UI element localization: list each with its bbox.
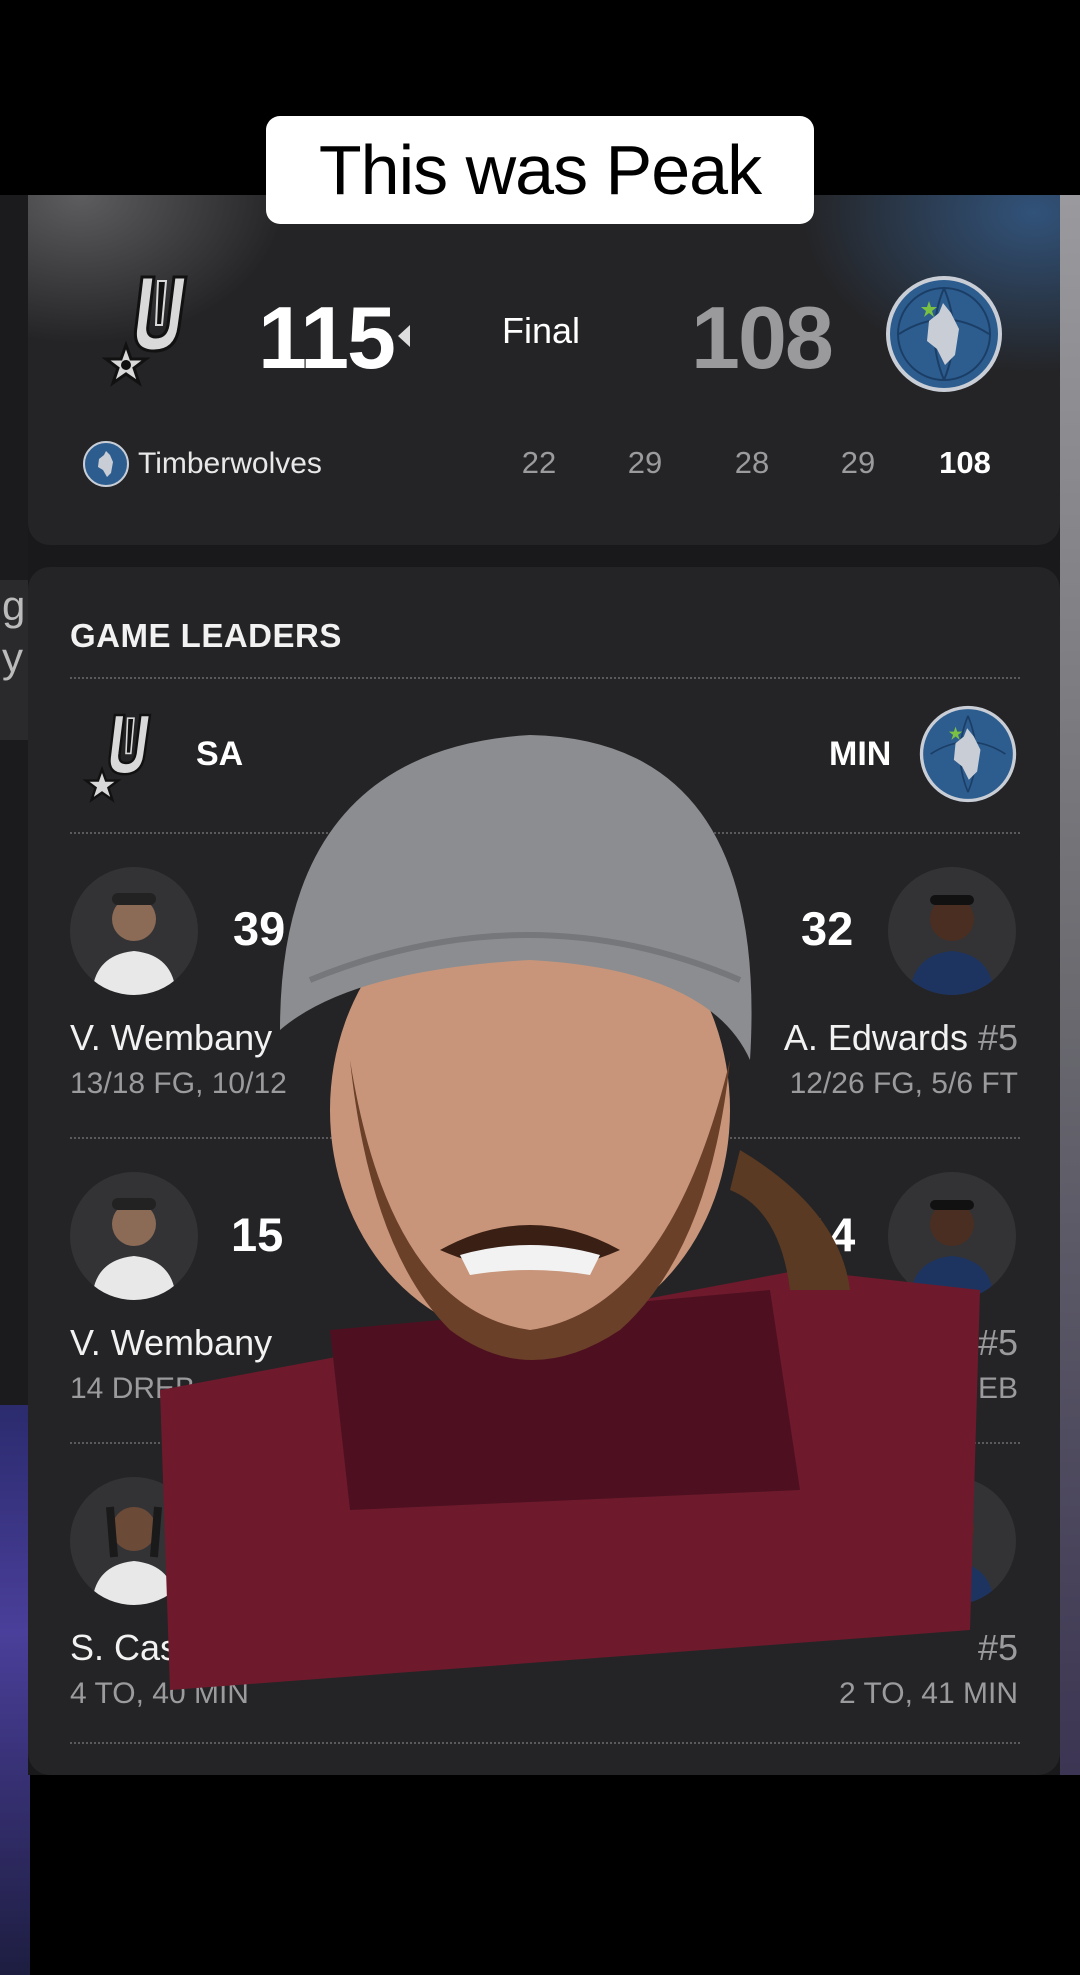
away-leader-number-text: #5 (977, 1627, 1018, 1668)
away-leader-number: #5 (977, 1322, 1018, 1363)
linescore-team[interactable]: Timberwolves (82, 440, 322, 488)
quarter-3-score: 28 (734, 445, 770, 480)
background-blurred-image (0, 1405, 30, 1975)
away-leader-number: #5 (977, 1017, 1018, 1058)
background-app-left: gy (0, 195, 30, 1975)
background-app-right (1058, 195, 1080, 1775)
winner-arrow-icon (398, 325, 410, 347)
away-leader-number[interactable]: #5 (978, 1627, 1018, 1669)
home-score: 115 (258, 288, 396, 387)
divider (70, 1742, 1020, 1744)
total-score: 108 (939, 445, 991, 480)
streamer-overlay-image (160, 735, 980, 1690)
divider (70, 677, 1020, 679)
background-peek-card: gy (0, 580, 30, 740)
spurs-logo-icon[interactable] (96, 267, 206, 387)
overlay-caption: This was Peak (266, 116, 814, 224)
timberwolves-logo-icon[interactable] (885, 275, 1003, 393)
overlay-caption-text: This was Peak (318, 131, 762, 209)
game-status: Final (502, 310, 581, 351)
quarter-2-score: 29 (627, 445, 663, 480)
quarter-4-score: 29 (840, 445, 876, 480)
quarter-1-score: 22 (521, 445, 557, 480)
away-score: 108 (691, 288, 834, 387)
timberwolves-logo-icon (83, 441, 129, 487)
scoreboard-card[interactable]: 115 Final 108 Timberwolves 22 29 28 29 1… (28, 195, 1060, 545)
linescore-team-name: Timberwolves (138, 447, 322, 480)
game-leaders-title: GAME LEADERS (70, 617, 342, 654)
